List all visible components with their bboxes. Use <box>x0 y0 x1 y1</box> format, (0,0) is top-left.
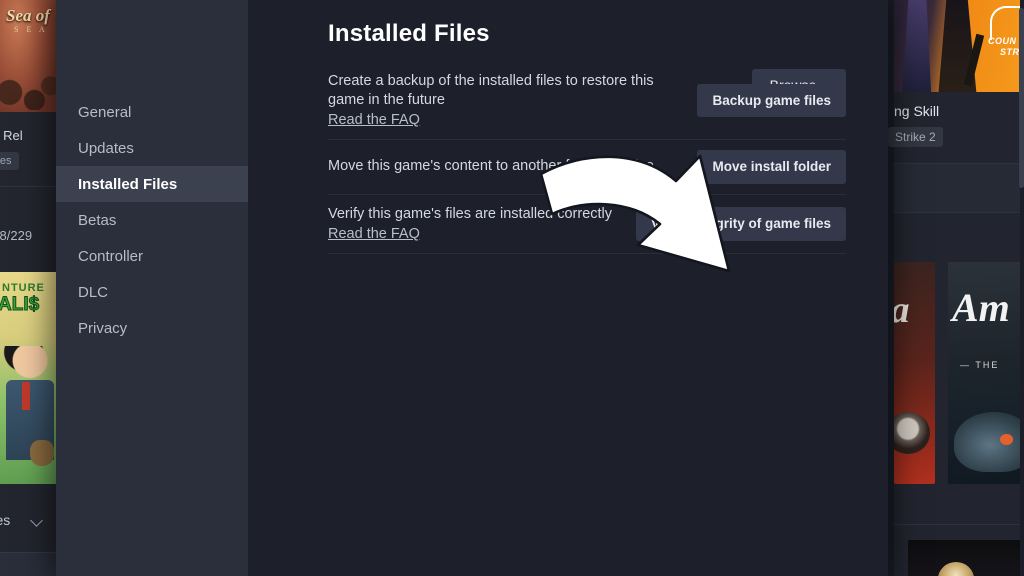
tile-a-art <box>894 412 930 454</box>
library-item-title: eves Rel <box>0 128 23 143</box>
library-friends-count: ; (8/229 <box>0 228 33 243</box>
sidebar-item-privacy[interactable]: Privacy <box>56 310 248 346</box>
sidebar-item-updates[interactable]: Updates <box>56 130 248 166</box>
move-install-folder-button[interactable]: Move install folder <box>697 150 846 184</box>
tile-b-subtitle: — THE <box>960 360 1000 370</box>
library-game-tile-b[interactable]: Am — THE <box>948 262 1024 484</box>
row-verify: Verify this game's files are installed c… <box>328 195 846 254</box>
tile-character-tie <box>22 382 30 410</box>
library-section-band <box>894 164 1024 212</box>
library-divider-1 <box>894 163 1024 164</box>
library-hero-banner: Sea of S E A <box>0 0 58 112</box>
library-scrollbar-thumb[interactable] <box>1019 8 1024 188</box>
sidebar-item-installed-files[interactable]: Installed Files <box>56 166 248 202</box>
dialog-content: Installed Files Browse... Create a backu… <box>248 0 888 576</box>
sidebar-item-label: DLC <box>78 283 109 301</box>
row-description: Move this game's content to another fold… <box>328 158 654 175</box>
sidebar-item-label: General <box>78 103 132 121</box>
game-properties-dialog: General Updates Installed Files Betas Co… <box>56 0 888 576</box>
library-divider-3 <box>894 524 1024 525</box>
sidebar-item-controller[interactable]: Controller <box>56 238 248 274</box>
row-move: Move this game's content to another fold… <box>328 140 846 195</box>
row-verify-text: Verify this game's files are installed c… <box>328 205 622 243</box>
sidebar-item-dlc[interactable]: DLC <box>56 274 248 310</box>
sidebar-item-label: Controller <box>78 247 144 265</box>
tile-b-logo-text: Am <box>952 285 1010 330</box>
tile-c-art <box>938 562 974 576</box>
library-activity-title: ng Skill <box>894 103 940 119</box>
settings-nav: General Updates Installed Files Betas Co… <box>56 94 248 346</box>
row-move-text: Move this game's content to another fold… <box>328 157 683 176</box>
library-game-tile-c[interactable] <box>908 540 1024 576</box>
tile-a-logo-text: ia <box>894 288 910 332</box>
library-game-tile-a[interactable]: ia <box>894 262 935 484</box>
library-divider <box>0 186 58 187</box>
read-the-faq-link-verify[interactable]: Read the FAQ <box>328 226 420 242</box>
hero-title: Sea of <box>6 6 50 25</box>
row-description: Create a backup of the installed files t… <box>328 73 654 109</box>
verify-integrity-of-game-files-button[interactable]: Verify integrity of game files <box>635 207 846 241</box>
tile-money-bag <box>30 440 54 466</box>
tile-title-line1: NTURE <box>2 282 45 294</box>
cs2-logo-line2: STR <box>1000 47 1020 57</box>
library-footer-label[interactable]: ames <box>0 512 10 528</box>
dialog-sidebar: General Updates Installed Files Betas Co… <box>56 0 248 576</box>
tile-title-line2: ALI$ <box>0 294 40 316</box>
sidebar-item-label: Updates <box>78 139 134 157</box>
cs2-logo-line1: COUN <box>988 36 1017 46</box>
sidebar-item-label: Installed Files <box>78 175 178 193</box>
library-item-chip: Thieves <box>0 152 19 170</box>
page-title: Installed Files <box>328 20 490 47</box>
tile-b-art <box>954 412 1024 472</box>
library-bottom-panel <box>0 552 58 576</box>
tile-b-ember-art <box>1000 434 1013 445</box>
library-right-column: COUN STR ng Skill Strike 2 ia Am — THE <box>886 0 1024 576</box>
sidebar-item-label: Privacy <box>78 319 128 337</box>
library-game-tile-adventure[interactable]: NTURE ALI$ <box>0 272 58 484</box>
library-left-column: Sea of S E A eves Rel Thieves ; (8/229 N… <box>0 0 58 576</box>
library-divider-2 <box>894 212 1024 213</box>
hero-subtitle: S E A <box>14 25 48 34</box>
row-backup-text: Create a backup of the installed files t… <box>328 72 683 129</box>
library-hero-cs2[interactable]: COUN STR <box>894 0 1024 92</box>
row-backup: Create a backup of the installed files t… <box>328 62 846 141</box>
backup-game-files-button[interactable]: Backup game files <box>697 83 846 118</box>
read-the-faq-link-backup[interactable]: Read the FAQ <box>328 112 420 128</box>
sidebar-item-betas[interactable]: Betas <box>56 202 248 238</box>
sidebar-item-general[interactable]: General <box>56 94 248 130</box>
hero-figure-left <box>902 0 932 92</box>
sidebar-item-label: Betas <box>78 211 117 229</box>
row-description: Verify this game's files are installed c… <box>328 205 613 222</box>
screen-root: Sea of S E A eves Rel Thieves ; (8/229 N… <box>0 0 1024 576</box>
settings-rows: Create a backup of the installed files t… <box>328 62 846 254</box>
library-activity-chip: Strike 2 <box>888 127 943 147</box>
